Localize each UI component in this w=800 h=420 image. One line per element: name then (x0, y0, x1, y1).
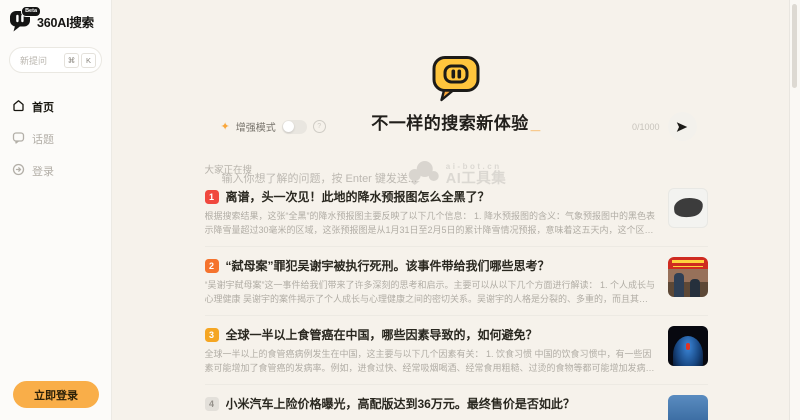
sidebar: Beta 360AI搜索 新提问 ⌘ K 首页 (0, 0, 112, 420)
mascot-icon (429, 55, 483, 102)
logo-text: 360AI搜索 (37, 12, 94, 31)
send-icon (675, 120, 689, 134)
hot-item-thumbnail (668, 326, 708, 366)
hot-search-item[interactable]: 1 离谱，头一次见！此地的降水预报图怎么全黑了？ 根据搜索结果，这张“全黑”的降… (205, 178, 708, 247)
chat-bubble-icon (12, 131, 25, 147)
sidebar-nav: 首页 话题 登录 (9, 91, 102, 187)
sidebar-item-topics[interactable]: 话题 (9, 123, 102, 155)
hot-item-title: 离谱，头一次见！此地的降水预报图怎么全黑了？ (226, 188, 490, 205)
beta-badge: Beta (21, 6, 41, 17)
help-icon[interactable]: ? (313, 120, 326, 133)
hot-item-desc: “吴谢宇弑母案”这一事件给我们带来了许多深刻的思考和启示。主要可以从以下几个方面… (205, 279, 656, 306)
hot-item-desc: 全球一半以上的食管癌病例发生在中国，这主要与以下几个因素有关： 1. 饮食习惯 … (205, 348, 656, 375)
sidebar-item-label: 话题 (32, 131, 54, 147)
enhanced-mode-toggle[interactable] (282, 120, 307, 134)
hot-item-thumbnail (668, 188, 708, 228)
sparkle-icon: ✦ (221, 120, 230, 133)
app-window: Beta 360AI搜索 新提问 ⌘ K 首页 (0, 0, 800, 420)
logo[interactable]: Beta 360AI搜索 (9, 10, 102, 32)
sidebar-item-login[interactable]: 登录 (9, 155, 102, 187)
search-footer: ✦ 增强模式 ? 0/1000 (221, 112, 697, 141)
login-arrow-icon (12, 163, 25, 179)
main-content: 不一样的搜索新体验_ ai-bot.cn AI工具集 输入你想了解的问题，按 E… (112, 0, 800, 420)
new-question-label: 新提问 (20, 54, 47, 67)
login-now-button[interactable]: 立即登录 (13, 381, 99, 408)
hot-item-title: 小米汽车上险价格曝光，高配版达到36万元。最终售价是否如此？ (226, 395, 575, 412)
rank-badge: 2 (205, 259, 219, 273)
hot-item-thumbnail (668, 395, 708, 420)
hot-item-thumbnail (668, 257, 708, 297)
scrollbar[interactable] (789, 0, 800, 420)
logo-mascot-icon: Beta (9, 10, 33, 32)
hot-search-section: 大家正在搜 1 离谱，头一次见！此地的降水预报图怎么全黑了？ 根据搜索结果，这张… (205, 162, 708, 420)
hot-search-item[interactable]: 2 “弑母案”罪犯吴谢宇被执行死刑。该事件带给我们哪些思考？ “吴谢宇弑母案”这… (205, 247, 708, 316)
sidebar-item-label: 登录 (32, 163, 54, 179)
send-button[interactable] (668, 112, 697, 141)
k-key: K (81, 53, 96, 68)
hot-item-title: “弑母案”罪犯吴谢宇被执行死刑。该事件带给我们哪些思考？ (226, 257, 550, 274)
hot-search-list: 1 离谱，头一次见！此地的降水预报图怎么全黑了？ 根据搜索结果，这张“全黑”的降… (205, 178, 708, 420)
keyboard-shortcut: ⌘ K (64, 53, 96, 68)
home-icon (12, 99, 25, 115)
hot-search-item[interactable]: 4 小米汽车上险价格曝光，高配版达到36万元。最终售价是否如此？ (205, 385, 708, 420)
new-question-button[interactable]: 新提问 ⌘ K (9, 47, 102, 73)
hot-item-title: 全球一半以上食管癌在中国，哪些因素导致的，如何避免？ (226, 326, 538, 343)
hot-search-item[interactable]: 3 全球一半以上食管癌在中国，哪些因素导致的，如何避免？ 全球一半以上的食管癌病… (205, 316, 708, 385)
search-input[interactable]: 输入你想了解的问题，按 Enter 键发送... (222, 170, 418, 186)
cmd-key: ⌘ (64, 53, 79, 68)
char-counter: 0/1000 (632, 122, 660, 132)
enhanced-mode-label: 增强模式 (236, 119, 276, 134)
rank-badge: 4 (205, 397, 219, 411)
sidebar-item-label: 首页 (32, 99, 54, 115)
sidebar-item-home[interactable]: 首页 (9, 91, 102, 123)
scrollbar-thumb[interactable] (792, 4, 797, 88)
hot-item-desc: 根据搜索结果，这张“全黑”的降水预报图主要反映了以下几个信息： 1. 降水预报图… (205, 210, 656, 237)
rank-badge: 1 (205, 190, 219, 204)
rank-badge: 3 (205, 328, 219, 342)
